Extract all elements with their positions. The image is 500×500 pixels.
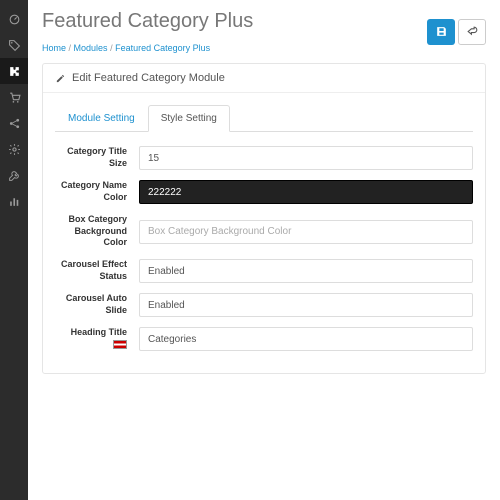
label-category-name-color: Category Name Color [55, 180, 139, 203]
breadcrumb-home[interactable]: Home [42, 43, 66, 53]
tabs: Module Setting Style Setting [55, 105, 473, 132]
save-button[interactable] [427, 19, 455, 45]
share-icon [8, 117, 21, 130]
sidebar-item-extensions[interactable] [0, 58, 28, 84]
label-heading-title: Heading Title [55, 327, 139, 350]
label-category-title-size: Category Title Size [55, 146, 139, 169]
select-carousel-auto[interactable]: Enabled [139, 293, 473, 317]
label-carousel-auto: Carousel Auto Slide [55, 293, 139, 316]
sidebar-item-sales[interactable] [0, 84, 28, 110]
stats-icon [8, 195, 21, 208]
gear-icon [8, 143, 21, 156]
breadcrumb-modules[interactable]: Modules [74, 43, 108, 53]
sidebar-item-catalog[interactable] [0, 32, 28, 58]
save-icon [435, 25, 448, 38]
sidebar-item-dashboard[interactable] [0, 6, 28, 32]
select-carousel-effect[interactable]: Enabled [139, 259, 473, 283]
cancel-button[interactable] [458, 19, 486, 45]
label-box-bg-color: Box Category Background Color [55, 214, 139, 249]
panel-title: Edit Featured Category Module [72, 72, 225, 84]
flag-icon [113, 340, 127, 349]
sidebar-item-reports[interactable] [0, 188, 28, 214]
input-box-bg-color[interactable] [139, 220, 473, 244]
sidebar-item-marketing[interactable] [0, 110, 28, 136]
tab-style-setting[interactable]: Style Setting [148, 105, 230, 132]
pencil-icon [55, 73, 66, 84]
tab-module-setting[interactable]: Module Setting [55, 105, 148, 132]
page-title: Featured Category Plus [42, 10, 253, 33]
tag-icon [8, 39, 21, 52]
breadcrumb: Home / Modules / Featured Category Plus [42, 43, 210, 53]
breadcrumb-current: Featured Category Plus [115, 43, 210, 53]
sidebar [0, 0, 28, 500]
dashboard-icon [8, 13, 21, 26]
input-category-name-color[interactable]: 222222 [139, 180, 473, 204]
main-content: Featured Category Plus Home / Modules / … [28, 0, 500, 500]
cart-icon [8, 91, 21, 104]
label-carousel-effect: Carousel Effect Status [55, 259, 139, 282]
sidebar-item-tools[interactable] [0, 162, 28, 188]
panel-heading: Edit Featured Category Module [43, 64, 485, 93]
puzzle-icon [8, 65, 21, 78]
edit-panel: Edit Featured Category Module Module Set… [42, 63, 486, 374]
back-icon [466, 25, 479, 38]
sidebar-item-system[interactable] [0, 136, 28, 162]
input-category-title-size[interactable] [139, 146, 473, 170]
wrench-icon [8, 169, 21, 182]
input-heading-title[interactable] [139, 327, 473, 351]
